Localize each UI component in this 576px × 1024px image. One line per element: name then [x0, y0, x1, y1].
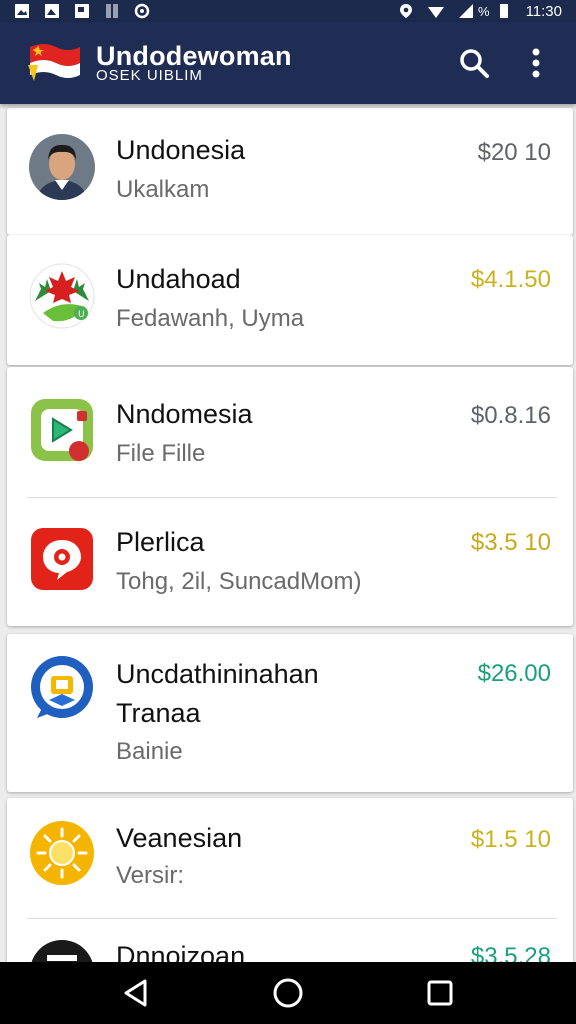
chat-bubble-icon: [31, 528, 93, 590]
list-card: U Undahoad Fedawanh, Uyma $4.1.50: [7, 235, 573, 365]
list-item[interactable]: Plerlica Tohg, 2il, SuncadMom) $3.5 10: [7, 498, 573, 626]
battery-percent: %: [478, 3, 490, 19]
item-price: $0.8.16: [470, 402, 551, 429]
battery-icon: [499, 4, 508, 18]
list-card: Uncdathininahan Tranaa Bainie $26.00: [7, 634, 573, 792]
app-subtitle: OSEK UIBLIM: [96, 67, 203, 84]
svg-text:U: U: [78, 310, 85, 320]
overflow-menu-button[interactable]: [514, 41, 558, 85]
item-price: $3.5.28: [470, 943, 551, 962]
clock: 11:30: [525, 2, 562, 20]
list-item[interactable]: Uncdathininahan Tranaa Bainie $26.00: [7, 634, 573, 792]
app-title: Undodewoman: [96, 41, 292, 71]
item-title-line2: Tranaa: [116, 698, 201, 728]
home-icon: [273, 978, 303, 1008]
wifi-icon: [428, 7, 444, 18]
item-subtitle: File Fille: [116, 440, 206, 467]
photo-notification-icon: [75, 4, 89, 18]
list-item[interactable]: Undonesia Ukalkam $20 10: [7, 108, 573, 235]
item-title: Plerlica: [116, 527, 205, 557]
item-title: Undahoad: [116, 264, 241, 294]
gallery-notification-icon: [45, 4, 59, 18]
item-title: Undonesia: [116, 135, 246, 165]
item-subtitle: Ukalkam: [116, 176, 210, 203]
item-price: $26.00: [477, 660, 551, 687]
item-title: Uncdathininahan: [116, 659, 319, 689]
item-price: $20 10: [477, 139, 551, 166]
navigation-bar: [0, 962, 576, 1024]
item-price: $3.5 10: [470, 529, 551, 556]
app-bar: Undodewoman OSEK UIBLIM: [0, 22, 576, 104]
recents-button[interactable]: [416, 969, 464, 1017]
status-bar: % 11:30: [0, 0, 576, 22]
home-button[interactable]: [264, 969, 312, 1017]
title-block: Undodewoman OSEK UIBLIM: [96, 41, 434, 84]
list-card: Veanesian Versir: $1.5 10 Dnnoizoan $3.5…: [7, 798, 573, 962]
item-title: Dnnoizoan: [116, 941, 246, 962]
chat-lock-icon: [31, 656, 93, 718]
maple-leaf-icon: U: [29, 263, 95, 329]
item-subtitle: Versir:: [116, 862, 185, 889]
dark-circle-icon: [31, 940, 93, 962]
search-button[interactable]: [452, 41, 496, 85]
item-list: Undonesia Ukalkam $20 10 U Undahoad Feda…: [0, 104, 576, 962]
image-notification-icon: [15, 4, 29, 18]
back-icon: [124, 979, 147, 1007]
list-card: Nndomesia File Fille $0.8.16 Plerlica To…: [7, 367, 573, 626]
item-title: Nndomesia: [116, 399, 253, 429]
signal-icon: [459, 4, 473, 18]
list-item[interactable]: Nndomesia File Fille $0.8.16: [7, 367, 573, 496]
list-item[interactable]: Dnnoizoan $3.5.28: [7, 919, 573, 962]
recents-icon: [427, 980, 453, 1006]
item-price: $4.1.50: [470, 266, 551, 293]
item-title: Veanesian: [116, 823, 243, 853]
item-subtitle: Tohg, 2il, SuncadMom): [116, 568, 362, 595]
item-subtitle: Bainie: [116, 738, 183, 765]
file-notification-icon: [106, 4, 118, 18]
list-card: Undonesia Ukalkam $20 10: [7, 108, 573, 235]
item-price: $1.5 10: [470, 826, 551, 853]
status-left: [14, 3, 150, 19]
location-icon: [400, 4, 412, 18]
back-button[interactable]: [112, 969, 160, 1017]
person-avatar-icon: [29, 134, 95, 200]
sun-icon: [30, 821, 94, 885]
item-subtitle: Fedawanh, Uyma: [116, 305, 305, 332]
flag-logo-icon: [28, 44, 80, 81]
list-item[interactable]: Veanesian Versir: $1.5 10: [7, 798, 573, 918]
search-icon: [460, 49, 489, 78]
sync-notification-icon: [134, 3, 150, 19]
more-vert-icon: [532, 48, 540, 78]
video-play-icon: [31, 399, 93, 461]
status-right: % 11:30: [398, 3, 562, 20]
list-item[interactable]: U Undahoad Fedawanh, Uyma $4.1.50: [7, 235, 573, 365]
